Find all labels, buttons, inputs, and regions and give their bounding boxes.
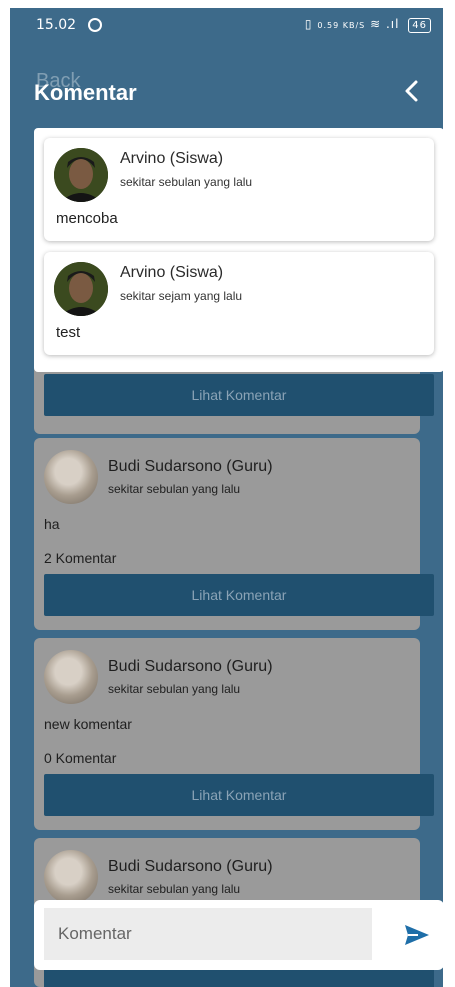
signal-icon: .ıl	[385, 17, 400, 31]
comment-item: Arvino (Siswa) sekitar sebulan yang lalu…	[44, 138, 434, 241]
lihat-komentar-button[interactable]: Lihat Komentar	[44, 774, 434, 816]
chevron-left-icon[interactable]	[399, 78, 425, 104]
comment-author: Arvino (Siswa)	[120, 150, 224, 167]
app-screen: 15.02 ▯ 0.59 KB/S ≋ .ıl 46 Back Komentar…	[10, 8, 443, 987]
send-icon[interactable]	[402, 920, 432, 950]
page-title: Komentar	[34, 80, 137, 105]
app-header: Back Komentar	[10, 68, 443, 118]
bottom-button-strip	[44, 970, 434, 987]
comment-item: Arvino (Siswa) sekitar sejam yang lalu t…	[44, 252, 434, 355]
feed-card: Budi Sudarsono (Guru) sekitar sebulan ya…	[34, 638, 434, 830]
post-time: sekitar sebulan yang lalu	[108, 482, 241, 496]
post-time: sekitar sebulan yang lalu	[108, 882, 241, 896]
post-text: new komentar	[44, 716, 132, 732]
feed-card: Budi Sudarsono (Guru) sekitar sebulan ya…	[34, 438, 434, 630]
post-author: Budi Sudarsono (Guru)	[108, 858, 273, 875]
comment-author: Arvino (Siswa)	[120, 264, 224, 281]
comment-time: sekitar sejam yang lalu	[120, 289, 243, 303]
comment-composer	[34, 900, 443, 970]
vibrate-icon: ▯	[304, 17, 313, 31]
avatar	[54, 262, 108, 316]
comment-count: 0 Komentar	[44, 750, 117, 766]
comment-count: 2 Komentar	[44, 550, 117, 566]
status-bar: 15.02 ▯ 0.59 KB/S ≋ .ıl 46	[10, 8, 443, 44]
avatar	[44, 850, 98, 904]
post-text: ha	[44, 516, 60, 532]
status-icons: ▯ 0.59 KB/S ≋ .ıl 46	[305, 17, 431, 33]
avatar	[44, 450, 98, 504]
post-time: sekitar sebulan yang lalu	[108, 682, 241, 696]
avatar	[44, 650, 98, 704]
post-author: Budi Sudarsono (Guru)	[108, 658, 273, 675]
comment-text: test	[56, 324, 81, 341]
comment-input[interactable]	[44, 908, 372, 960]
wifi-icon: ≋	[370, 17, 382, 31]
post-author: Budi Sudarsono (Guru)	[108, 458, 273, 475]
comment-time: sekitar sebulan yang lalu	[120, 175, 253, 189]
status-time: 15.02	[36, 17, 77, 33]
avatar	[54, 148, 108, 202]
battery-icon: 46	[408, 18, 431, 33]
comment-text: mencoba	[56, 210, 118, 227]
whatsapp-icon	[88, 18, 102, 32]
net-speed: 0.59 KB/S	[317, 21, 366, 30]
lihat-komentar-button[interactable]: Lihat Komentar	[44, 574, 434, 616]
lihat-komentar-button[interactable]: Lihat Komentar	[44, 374, 434, 416]
comments-modal: Arvino (Siswa) sekitar sebulan yang lalu…	[34, 128, 443, 372]
